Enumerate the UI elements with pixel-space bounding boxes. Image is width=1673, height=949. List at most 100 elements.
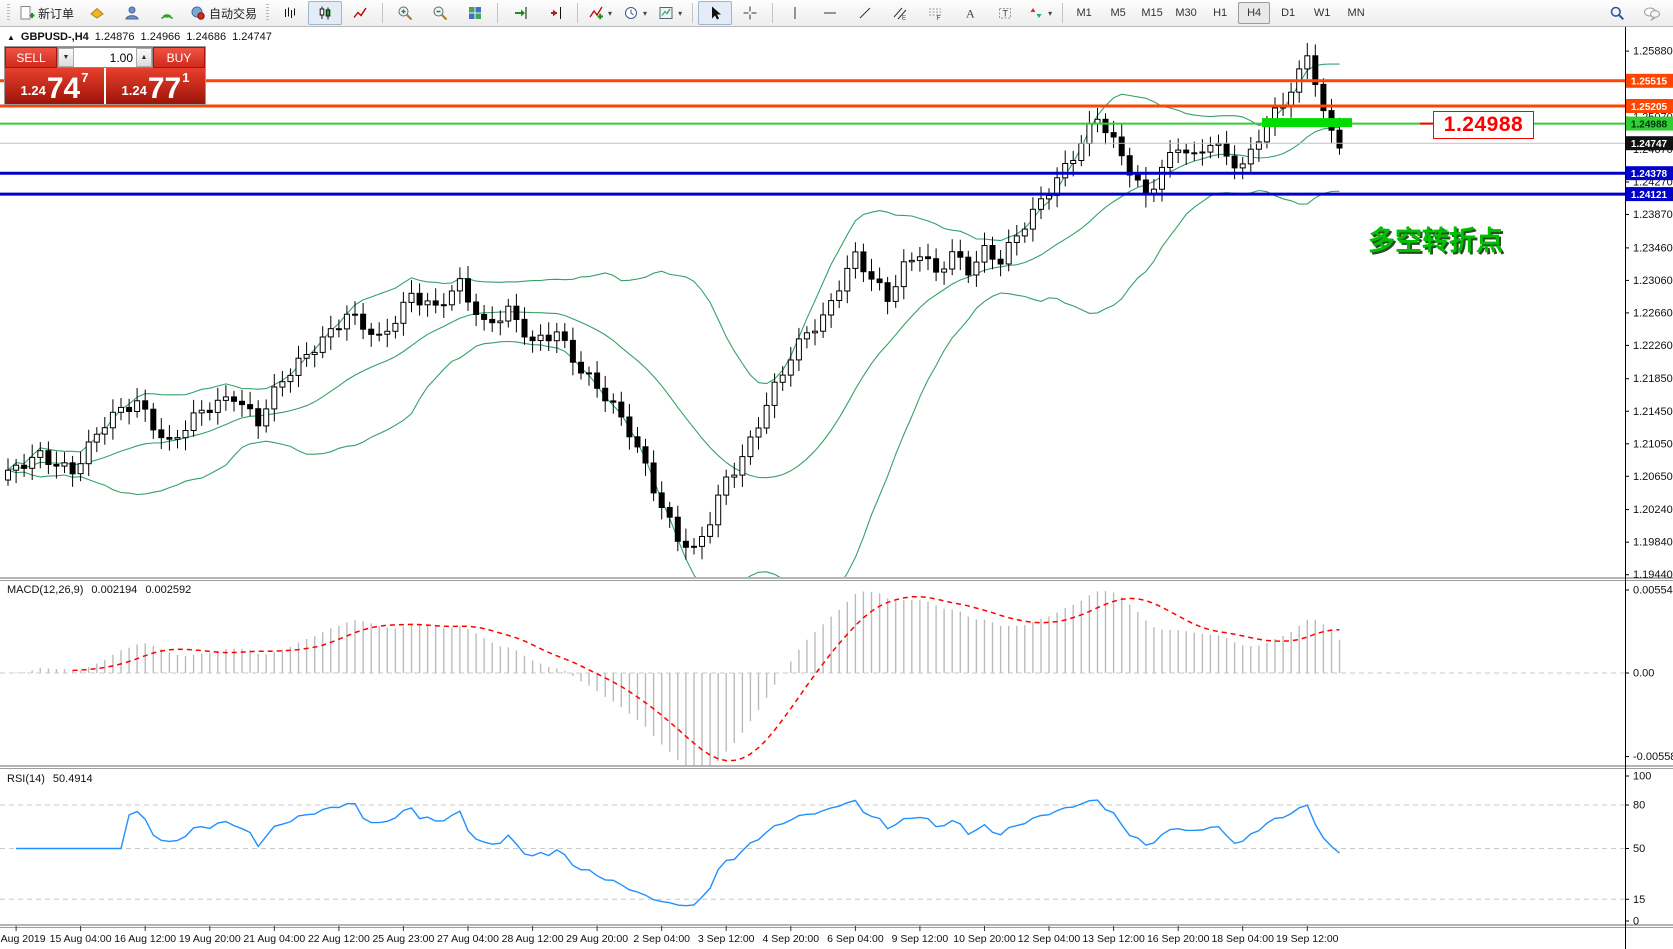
- candle: [119, 407, 124, 412]
- rsi-name: RSI(14): [7, 773, 45, 785]
- collapse-arrow-icon[interactable]: ▲: [7, 33, 15, 42]
- zoom-in-button[interactable]: [388, 1, 422, 25]
- timeframe-m5-button[interactable]: M5: [1102, 2, 1134, 24]
- candle: [1039, 199, 1044, 210]
- candle: [336, 329, 341, 330]
- sell-price[interactable]: 1.24 74 7: [5, 68, 104, 104]
- toolbar-separator: [692, 3, 693, 23]
- buy-price-pip: 1: [182, 70, 189, 85]
- autotrading-button[interactable]: 自动交易: [185, 1, 262, 25]
- volume-input[interactable]: [74, 48, 136, 67]
- turning-point-annotation[interactable]: 多空转折点: [1368, 219, 1503, 258]
- candle: [353, 314, 358, 315]
- chart-canvas[interactable]: 1.258801.254801.250701.246701.242701.238…: [0, 27, 1673, 949]
- candle: [934, 259, 939, 272]
- candle: [821, 315, 826, 331]
- time-axis-label: 29 Aug 20:00: [566, 933, 628, 945]
- arrows-tool-button[interactable]: ▾: [1023, 1, 1057, 25]
- sell-price-big: 74: [47, 76, 80, 102]
- time-axis-label: 13 Sep 12:00: [1082, 933, 1145, 945]
- indicators-button[interactable]: ▾: [583, 1, 617, 25]
- candle: [22, 465, 27, 468]
- volume-decrease-button[interactable]: ▼: [58, 48, 74, 67]
- timeframe-m15-button[interactable]: M15: [1136, 2, 1168, 24]
- line-chart-button[interactable]: [343, 1, 377, 25]
- candle: [312, 352, 317, 354]
- candle: [191, 413, 196, 431]
- chat-button[interactable]: [1635, 1, 1669, 25]
- autotrading-label: 自动交易: [209, 5, 257, 22]
- svg-text:A: A: [966, 7, 975, 21]
- toolbar-grip: [7, 4, 10, 22]
- candle: [280, 382, 285, 387]
- candle: [1232, 156, 1237, 168]
- price-tag: 1.24378: [1626, 166, 1673, 180]
- templates-button[interactable]: ▾: [653, 1, 687, 25]
- svg-text:1.25515: 1.25515: [1631, 77, 1668, 88]
- candle: [869, 272, 874, 279]
- signals-button[interactable]: [150, 1, 184, 25]
- candle: [151, 409, 156, 430]
- channel-tool-button[interactable]: E: [883, 1, 917, 25]
- candle: [675, 517, 680, 541]
- auto-scroll-button[interactable]: [503, 1, 537, 25]
- new-order-button[interactable]: 新订单: [14, 1, 79, 25]
- market-button[interactable]: [80, 1, 114, 25]
- toolbar: 新订单 自动交易: [0, 0, 1673, 27]
- trendline-tool-button[interactable]: [848, 1, 882, 25]
- community-button[interactable]: [115, 1, 149, 25]
- volume-increase-button[interactable]: ▲: [136, 48, 152, 67]
- candlestick-chart-button[interactable]: [308, 1, 342, 25]
- periods-button[interactable]: ▾: [618, 1, 652, 25]
- candle: [554, 332, 559, 341]
- candle: [167, 438, 172, 440]
- fibonacci-tool-button[interactable]: F: [918, 1, 952, 25]
- buy-button[interactable]: BUY: [153, 47, 205, 68]
- zoom-out-button[interactable]: [423, 1, 457, 25]
- candle: [1119, 137, 1124, 156]
- price-axis-tick: 1.22260: [1633, 340, 1673, 352]
- crosshair-tool-button[interactable]: [733, 1, 767, 25]
- timeframe-m1-button[interactable]: M1: [1068, 2, 1100, 24]
- timeframe-m30-button[interactable]: M30: [1170, 2, 1202, 24]
- rsi-axis-tick: 0: [1633, 916, 1639, 928]
- candle: [1111, 133, 1116, 137]
- equidistant-channel-icon: E: [892, 5, 908, 21]
- price-axis-tick: 1.21450: [1633, 406, 1673, 418]
- timeframe-h4-button[interactable]: H4: [1238, 2, 1270, 24]
- candle: [1200, 152, 1205, 153]
- text-tool-button[interactable]: A: [953, 1, 987, 25]
- candle: [482, 315, 487, 320]
- time-axis-label: 4 Sep 20:00: [762, 933, 819, 945]
- label-tool-button[interactable]: T: [988, 1, 1022, 25]
- cursor-tool-button[interactable]: [698, 1, 732, 25]
- search-button[interactable]: [1600, 1, 1634, 25]
- macd-label-line: MACD(12,26,9) 0.002194 0.002592: [7, 584, 191, 596]
- candle: [1030, 209, 1035, 229]
- price-callout-box[interactable]: 1.24988: [1433, 111, 1534, 139]
- sell-button[interactable]: SELL: [5, 47, 57, 68]
- buy-price-prefix: 1.24: [122, 83, 147, 98]
- timeframe-h1-button[interactable]: H1: [1204, 2, 1236, 24]
- bar-chart-button[interactable]: [273, 1, 307, 25]
- candle: [546, 335, 551, 341]
- price-axis-tick: 1.23460: [1633, 242, 1673, 254]
- vertical-line-icon: [787, 5, 803, 21]
- price-tag: 1.25205: [1626, 99, 1673, 113]
- candle: [6, 470, 11, 480]
- timeframe-mn-button[interactable]: MN: [1340, 2, 1372, 24]
- candle: [344, 314, 349, 329]
- crosshair-icon: [742, 5, 758, 21]
- rsi-axis-tick: 15: [1633, 894, 1645, 906]
- timeframe-d1-button[interactable]: D1: [1272, 2, 1304, 24]
- horizontal-line-tool-button[interactable]: [813, 1, 847, 25]
- vertical-line-tool-button[interactable]: [778, 1, 812, 25]
- buy-price[interactable]: 1.24 77 1: [106, 68, 205, 104]
- fibonacci-icon: F: [927, 5, 943, 21]
- timeframe-w1-button[interactable]: W1: [1306, 2, 1338, 24]
- chart-shift-button[interactable]: [538, 1, 572, 25]
- candle: [772, 382, 777, 405]
- tile-windows-button[interactable]: [458, 1, 492, 25]
- svg-text:1.24378: 1.24378: [1631, 169, 1668, 180]
- candle: [651, 463, 656, 493]
